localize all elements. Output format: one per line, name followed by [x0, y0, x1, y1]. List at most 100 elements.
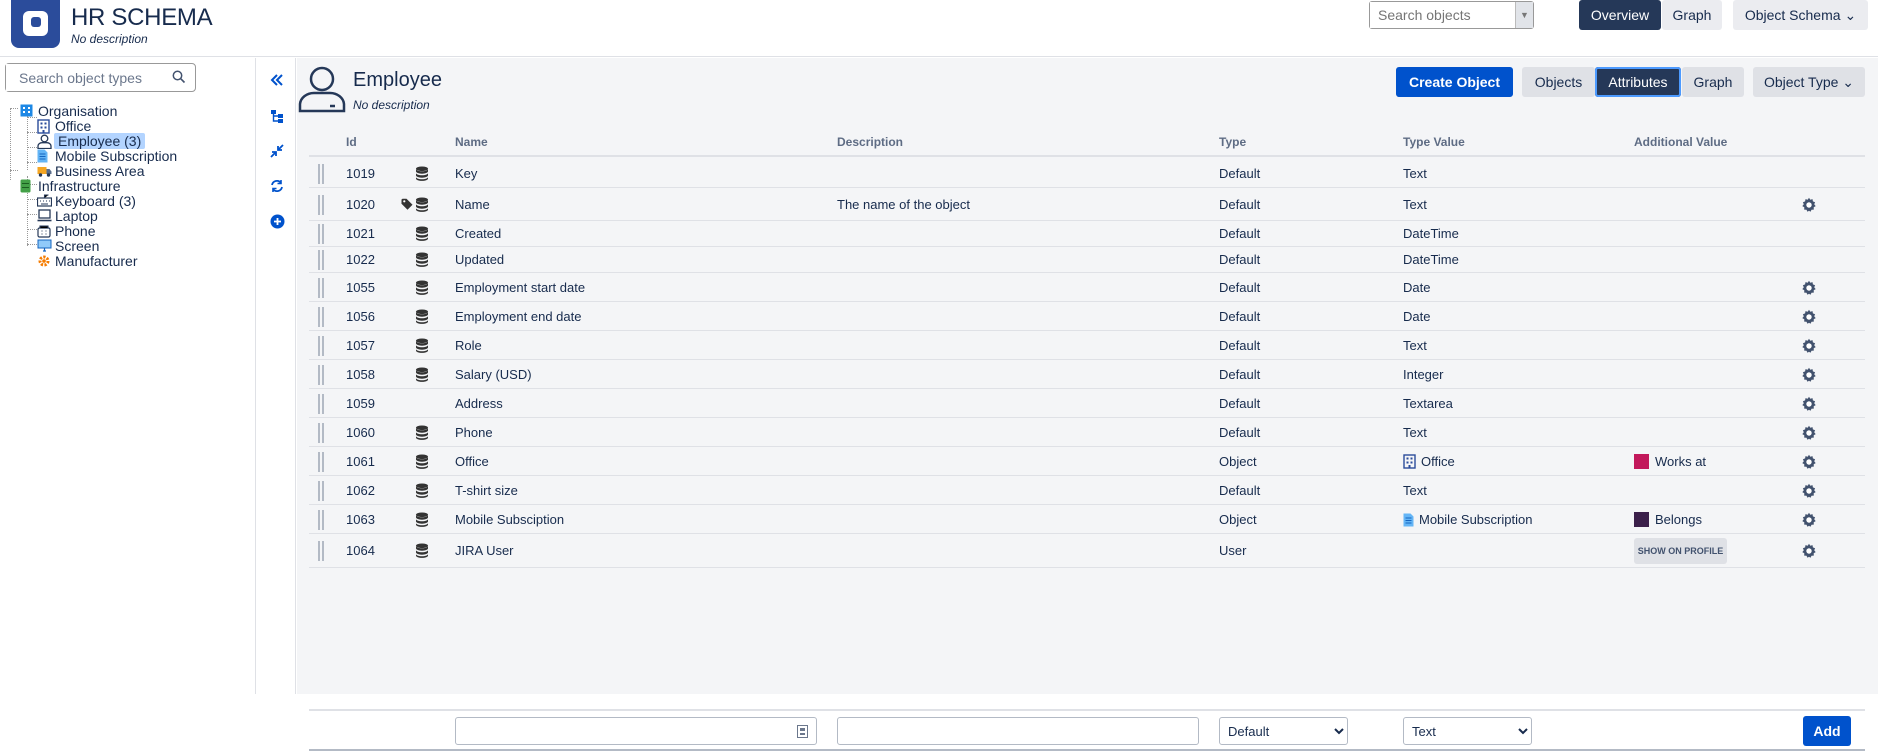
add-attribute-button[interactable]: Add [1803, 716, 1851, 746]
drag-handle-icon[interactable] [317, 365, 325, 388]
attribute-id: 1019 [346, 166, 375, 181]
search-objects-input[interactable] [1370, 2, 1510, 28]
create-object-button[interactable]: Create Object [1396, 67, 1513, 97]
type-value-label: Text [1403, 483, 1427, 498]
drag-handle-icon[interactable] [317, 307, 325, 330]
attribute-name: T-shirt size [455, 483, 518, 498]
object-type-search[interactable] [5, 63, 196, 92]
attribute-type-value: DateTime [1403, 226, 1459, 241]
attribute-type: Default [1219, 280, 1261, 295]
dropdown-arrow-icon[interactable]: ▼ [1515, 2, 1533, 28]
gear-icon[interactable] [1801, 454, 1817, 473]
table-row[interactable]: 1056 Employment end date Default Date [309, 302, 1865, 331]
chevron-down-icon: ⌄ [1842, 73, 1855, 90]
drag-handle-icon[interactable] [317, 452, 325, 475]
database-icon [415, 197, 429, 215]
gear-icon[interactable] [1801, 197, 1817, 216]
attribute-type-value: DateTime [1403, 252, 1459, 267]
type-value-label: DateTime [1403, 252, 1459, 267]
gear-icon[interactable] [1801, 396, 1817, 415]
drag-handle-icon[interactable] [317, 541, 325, 564]
show-on-profile-button[interactable]: SHOW ON PROFILE [1634, 538, 1727, 564]
refresh-icon[interactable] [267, 176, 287, 196]
database-icon [415, 338, 429, 356]
overview-button[interactable]: Overview [1579, 0, 1661, 30]
type-value-label: Text [1403, 197, 1427, 212]
drag-handle-icon[interactable] [317, 278, 325, 301]
attribute-type: Default [1219, 338, 1261, 353]
add-circle-icon[interactable] [267, 211, 287, 231]
attribute-id: 1020 [346, 197, 375, 212]
table-row[interactable]: 1061 Office Object Office Works at [309, 447, 1865, 476]
attribute-id: 1022 [346, 252, 375, 267]
collapse-icon[interactable] [267, 70, 287, 90]
drag-handle-icon[interactable] [317, 195, 325, 218]
new-attribute-name-input[interactable] [455, 717, 817, 745]
header-type-value: Type Value [1403, 135, 1465, 149]
drag-handle-icon[interactable] [317, 164, 325, 187]
table-row[interactable]: 1060 Phone Default Text [309, 418, 1865, 447]
drag-handle-icon[interactable] [317, 224, 325, 247]
database-icon [415, 280, 429, 298]
tab-attributes[interactable]: Attributes [1595, 67, 1681, 97]
graph-button[interactable]: Graph [1662, 0, 1722, 30]
schema-logo[interactable] [11, 0, 60, 48]
drag-handle-icon[interactable] [317, 423, 325, 446]
search-icon[interactable] [172, 70, 186, 87]
database-icon [415, 543, 429, 561]
drag-handle-icon[interactable] [317, 481, 325, 504]
gear-icon[interactable] [1801, 543, 1817, 562]
drag-handle-icon[interactable] [317, 250, 325, 273]
table-row[interactable]: 1059 Address Default Textarea [309, 389, 1865, 418]
database-icon [415, 252, 429, 270]
attribute-name: Office [455, 454, 489, 469]
attribute-name: Updated [455, 252, 505, 267]
reference-type-label: Belongs [1655, 512, 1702, 527]
object-type-menu-button[interactable]: Object Type ⌄ [1753, 67, 1865, 97]
gear-icon[interactable] [1801, 483, 1817, 502]
table-row[interactable]: 1064 JIRA User User SHOW ON PROFILE [309, 534, 1865, 568]
new-attribute-type-select[interactable]: Default [1219, 717, 1348, 745]
gear-icon[interactable] [1801, 425, 1817, 444]
new-attribute-description-input[interactable] [837, 717, 1199, 745]
table-row[interactable]: 1019 Key Default Text [309, 159, 1865, 188]
object-type-description: No description [353, 98, 430, 112]
table-row[interactable]: 1062 T-shirt size Default Text [309, 476, 1865, 505]
attribute-name: Salary (USD) [455, 367, 532, 382]
table-row[interactable]: 1063 Mobile Subsciption Object Mobile Subsc… [309, 505, 1865, 534]
hierarchy-icon[interactable] [267, 106, 287, 126]
compress-icon[interactable] [267, 141, 287, 161]
database-icon [415, 166, 429, 184]
contact-card-icon[interactable] [797, 725, 808, 741]
object-type-search-input[interactable] [6, 64, 166, 91]
type-value-label: Text [1403, 338, 1427, 353]
drag-handle-icon[interactable] [317, 510, 325, 533]
attribute-id: 1056 [346, 309, 375, 324]
search-objects-select[interactable]: ▼ [1369, 1, 1534, 29]
tree-item-manufacturer[interactable]: Manufacturer [37, 252, 137, 270]
drag-handle-icon[interactable] [317, 336, 325, 359]
drag-handle-icon[interactable] [317, 394, 325, 417]
gear-icon[interactable] [1801, 280, 1817, 299]
attribute-name: Mobile Subsciption [455, 512, 565, 527]
table-row[interactable]: 1020 Name The name of the object Default Tex… [309, 188, 1865, 221]
attribute-id: 1055 [346, 280, 375, 295]
table-row[interactable]: 1022 Updated Default DateTime [309, 247, 1865, 273]
label-tag-icon [401, 198, 413, 213]
table-row[interactable]: 1058 Salary (USD) Default Integer [309, 360, 1865, 389]
document-icon [1403, 513, 1414, 530]
table-row[interactable]: 1057 Role Default Text [309, 331, 1865, 360]
new-attribute-type-value-select[interactable]: Text [1403, 717, 1532, 745]
gear-icon[interactable] [1801, 367, 1817, 386]
gear-icon[interactable] [1801, 338, 1817, 357]
attribute-id: 1057 [346, 338, 375, 353]
table-row[interactable]: 1021 Created Default DateTime [309, 221, 1865, 247]
attribute-type: Default [1219, 197, 1261, 212]
object-schema-menu-button[interactable]: Object Schema ⌄ [1733, 0, 1868, 30]
tab-graph[interactable]: Graph [1682, 67, 1744, 97]
tab-objects[interactable]: Objects [1522, 67, 1595, 97]
gear-icon[interactable] [1801, 309, 1817, 328]
gear-icon[interactable] [1801, 512, 1817, 531]
table-row[interactable]: 1055 Employment start date Default Date [309, 273, 1865, 302]
attribute-type-value: Mobile Subscription [1403, 512, 1532, 530]
